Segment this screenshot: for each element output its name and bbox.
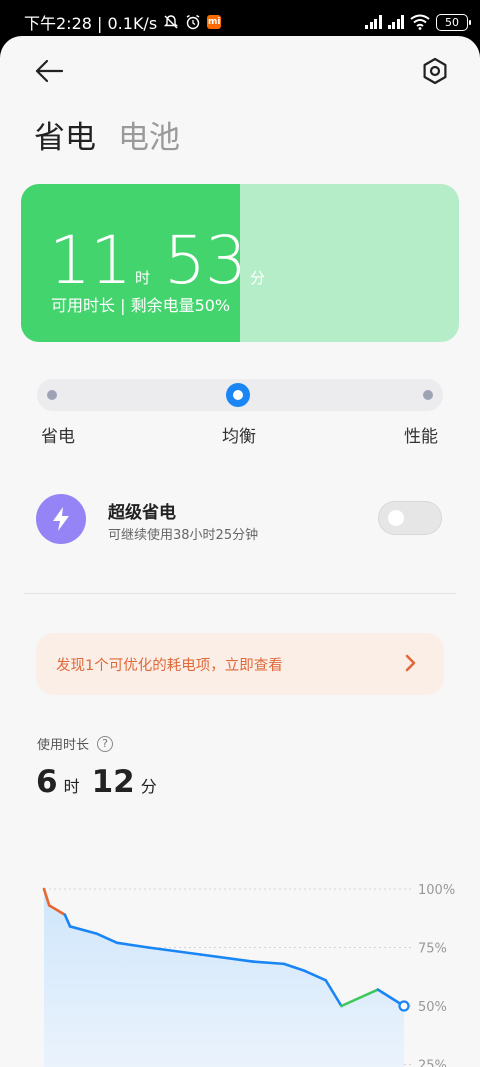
mi-icon: mi (207, 15, 222, 29)
help-icon[interactable]: ? (97, 735, 114, 752)
lightning-icon (36, 494, 86, 544)
chart-y-ticks: 100% 75% 50% 25% (418, 883, 455, 1067)
battery-area (44, 889, 404, 1067)
battery-card-subtitle: 可用时长 | 剩余电量50% (51, 296, 231, 315)
status-time: 下午2:28 | 0.1K/s (24, 14, 158, 33)
mode-label-saver[interactable]: 省电 (41, 422, 75, 447)
mode-slider-knob[interactable] (226, 383, 250, 407)
remaining-time: 11 时 53 分 (49, 228, 275, 294)
tab-battery[interactable]: 电池 (118, 112, 180, 157)
usage-duration-label: 使用时长 (37, 738, 90, 753)
power-mode-slider[interactable] (37, 379, 443, 411)
remaining-minutes: 53 (164, 222, 247, 299)
usage-duration-value: 6 时 12 分 (36, 764, 163, 800)
usage-hours: 6 (36, 764, 58, 800)
tip-text: 发现1个可优化的耗电项，立即查看 (56, 658, 283, 674)
hours-unit: 时 (134, 269, 150, 287)
usage-minutes: 12 (91, 764, 135, 800)
battery-icon: 50 (436, 13, 471, 31)
battery-level-chart: 100% 75% 50% 25% (42, 883, 455, 1067)
top-bar (0, 36, 480, 108)
divider (24, 593, 456, 594)
settings-gear-icon[interactable] (420, 56, 450, 86)
y-tick-label: 50% (418, 1000, 447, 1015)
y-tick-label: 25% (418, 1059, 447, 1067)
alarm-icon (186, 14, 200, 30)
back-arrow-icon[interactable] (34, 58, 64, 84)
optimization-tip-card[interactable]: 发现1个可优化的耗电项，立即查看 (36, 633, 444, 695)
ultra-saver-title: 超级省电 (108, 503, 176, 523)
mode-label-performance[interactable]: 性能 (404, 422, 438, 447)
mode-dot-saver[interactable] (47, 390, 57, 400)
battery-card: 11 时 53 分 可用时长 | 剩余电量50% (21, 184, 459, 342)
usage-hours-unit: 时 (63, 777, 80, 796)
ultra-saver-row[interactable]: 超级省电 可继续使用38小时25分钟 (36, 494, 446, 546)
mute-icon (163, 15, 179, 29)
toggle-knob (388, 510, 404, 526)
y-tick-label: 75% (418, 942, 447, 957)
signal-icon (365, 15, 382, 29)
ultra-saver-toggle[interactable] (378, 501, 442, 535)
mode-label-balanced[interactable]: 均衡 (222, 422, 256, 447)
usage-minutes-unit: 分 (140, 777, 157, 796)
tab-power-saving[interactable]: 省电 (34, 112, 96, 157)
ultra-saver-subtitle: 可继续使用38小时25分钟 (108, 528, 259, 543)
chevron-right-icon (405, 654, 416, 672)
tab-bar: 省电 电池 (34, 112, 180, 157)
remaining-hours: 11 (49, 222, 132, 299)
battery-settings-page: 省电 电池 11 时 53 分 可用时长 | 剩余电量50% 省电 均衡 性能 … (0, 36, 480, 1067)
mode-dot-performance[interactable] (423, 390, 433, 400)
current-level-point (398, 1000, 410, 1012)
wifi-icon (410, 14, 430, 30)
signal-icon-2 (387, 15, 404, 29)
minutes-unit: 分 (249, 269, 265, 287)
battery-level: 50 (445, 15, 459, 29)
y-tick-label: 100% (418, 883, 455, 898)
usage-duration-label-row: 使用时长 ? (37, 734, 114, 753)
